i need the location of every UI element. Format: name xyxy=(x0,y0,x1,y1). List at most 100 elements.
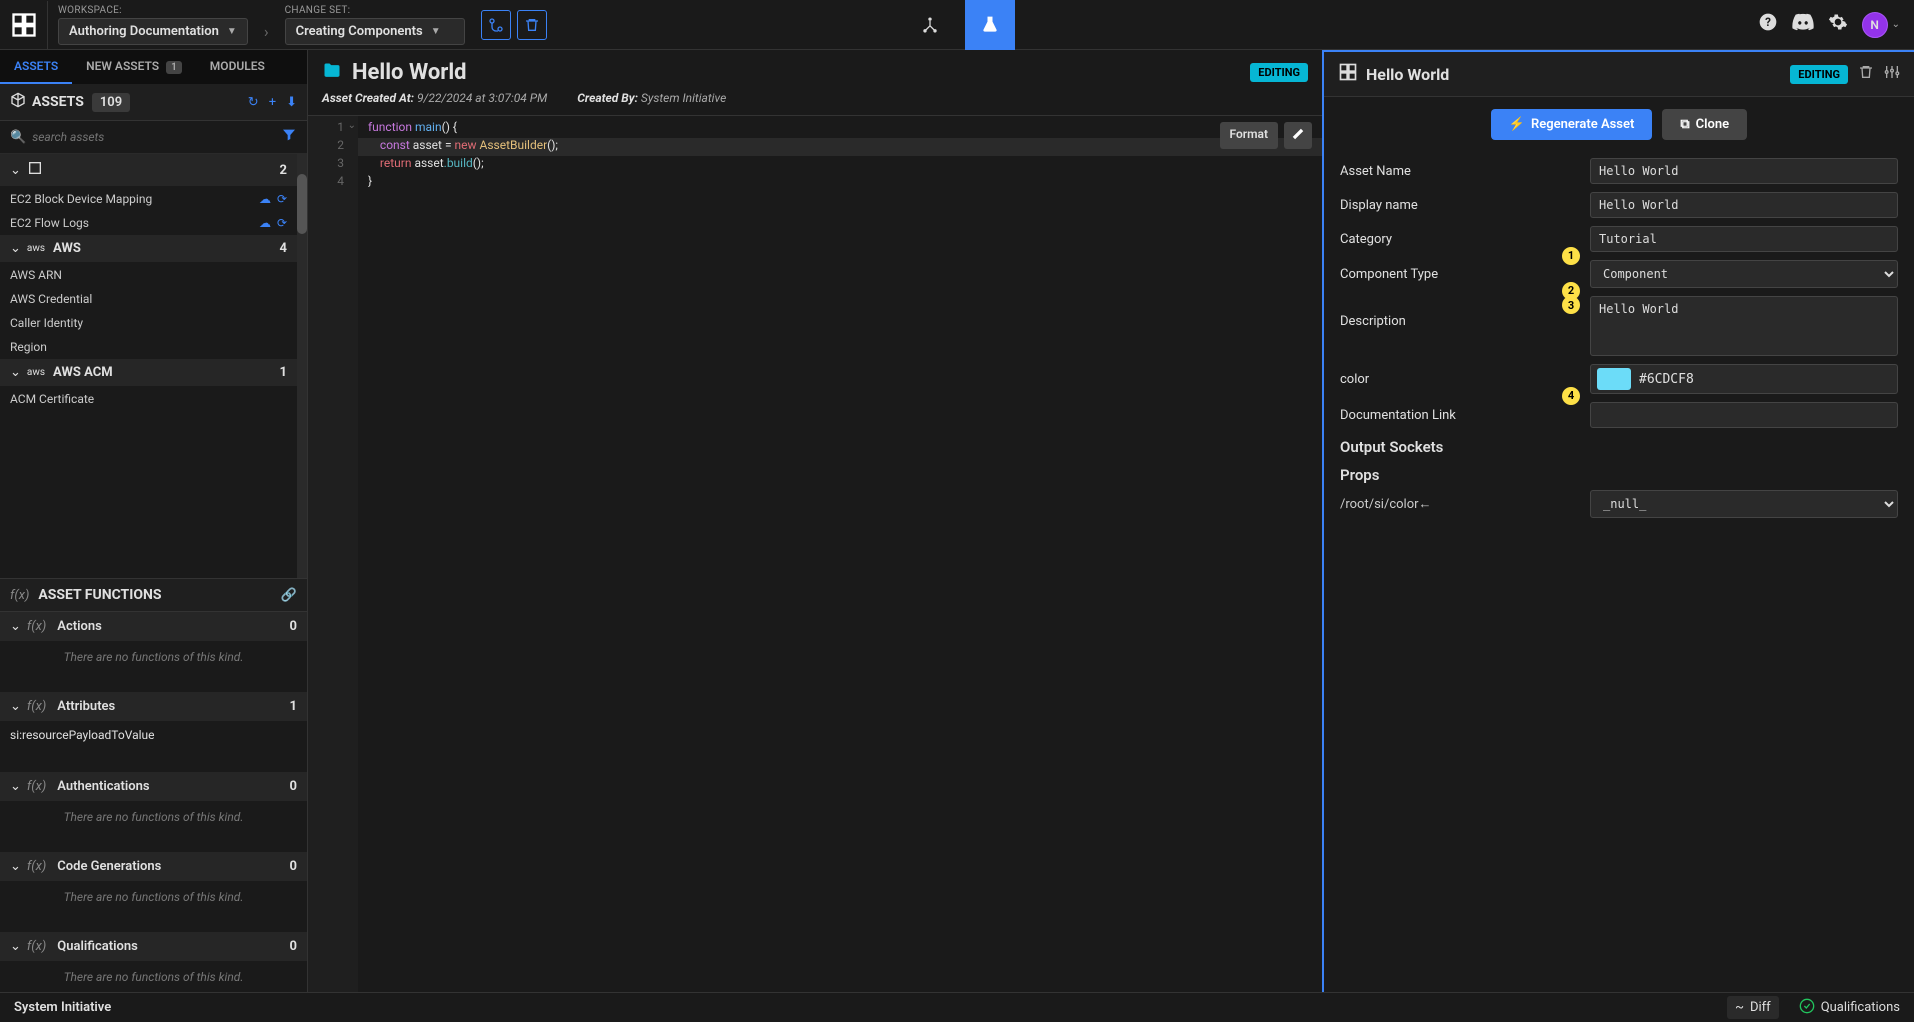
diff-button[interactable]: ~ Diff xyxy=(1727,996,1779,1019)
help-icon[interactable]: ? xyxy=(1758,12,1778,37)
fn-empty-actions: There are no functions of this kind. xyxy=(0,642,307,672)
tree-item-region[interactable]: Region xyxy=(0,335,297,359)
editor-header: Hello World EDITING Asset Created At: 9/… xyxy=(308,50,1322,116)
component-type-select[interactable]: Component xyxy=(1590,260,1898,288)
fn-group-actions[interactable]: ⌄ f(x) Actions 0 xyxy=(0,612,307,642)
sliders-icon[interactable] xyxy=(1884,64,1900,84)
annotation-3: 3 xyxy=(1562,296,1580,314)
chevron-down-icon: ▼ xyxy=(431,26,441,37)
tree-group-aws-acm[interactable]: ⌄ aws AWS ACM 1 xyxy=(0,359,297,387)
workspace-dropdown[interactable]: Authoring Documentation ▼ xyxy=(58,18,248,45)
discord-icon[interactable] xyxy=(1792,11,1814,38)
fx-icon: f(x) xyxy=(27,859,46,874)
editor-panel: Hello World EDITING Asset Created At: 9/… xyxy=(308,50,1324,992)
workspace-label: WORKSPACE: xyxy=(58,5,248,16)
tree-group-aws[interactable]: ⌄ aws AWS 4 xyxy=(0,235,297,263)
main: ASSETS NEW ASSETS 1 MODULES ASSETS 109 ↻… xyxy=(0,50,1914,992)
diagram-mode-button[interactable] xyxy=(905,0,955,50)
topbar: WORKSPACE: Authoring Documentation ▼ › C… xyxy=(0,0,1914,50)
chevron-down-icon: ⌄ xyxy=(1892,19,1900,30)
tree-group-unnamed[interactable]: ⌄ 2 xyxy=(0,154,297,187)
output-sockets-title: Output Sockets xyxy=(1340,438,1898,456)
filter-icon[interactable] xyxy=(281,127,297,147)
field-display-name: Display name xyxy=(1340,192,1898,218)
doc-link-input[interactable] xyxy=(1590,402,1898,428)
code-editor[interactable]: 1234 function main() { const asset = new… xyxy=(308,116,1322,992)
properties-actions: ⚡ Regenerate Asset ⧉ Clone xyxy=(1324,97,1914,152)
copy-icon: ⧉ xyxy=(1680,117,1689,132)
tree-item-aws-arn[interactable]: AWS ARN xyxy=(0,263,297,287)
changeset-selector: CHANGE SET: Creating Components ▼ xyxy=(275,1,475,49)
lab-mode-button[interactable] xyxy=(965,0,1015,50)
regenerate-button[interactable]: ⚡ Regenerate Asset xyxy=(1491,109,1653,140)
settings-icon[interactable] xyxy=(1828,12,1848,37)
line-gutter: 1234 xyxy=(308,116,358,992)
display-name-input[interactable] xyxy=(1590,192,1898,218)
chevron-down-icon: ⌄ xyxy=(10,859,21,874)
field-color: color4 #6CDCF8 xyxy=(1340,364,1898,394)
clone-button[interactable]: ⧉ Clone xyxy=(1662,109,1747,140)
editing-badge: EDITING xyxy=(1790,65,1848,84)
fn-empty-qual: There are no functions of this kind. xyxy=(0,962,307,992)
editor-actions: Format xyxy=(1220,122,1312,149)
folder-icon xyxy=(322,61,342,85)
prop-row: /root/si/color← _null_ xyxy=(1340,490,1898,518)
delete-icon[interactable] xyxy=(1858,64,1874,84)
asset-meta: Asset Created At: 9/22/2024 at 3:07:04 P… xyxy=(322,91,1308,105)
fn-group-qual[interactable]: ⌄ f(x) Qualifications 0 xyxy=(0,932,307,962)
download-icon[interactable]: ⬇ xyxy=(286,95,297,110)
field-category: Category1 xyxy=(1340,226,1898,252)
asset-name-input[interactable] xyxy=(1590,158,1898,184)
tree-item-ec2-flow[interactable]: EC2 Flow Logs ☁⟳ xyxy=(0,211,297,235)
description-input[interactable]: Hello World xyxy=(1590,296,1898,356)
sidebar: ASSETS NEW ASSETS 1 MODULES ASSETS 109 ↻… xyxy=(0,50,308,992)
workspace-value: Authoring Documentation xyxy=(69,24,219,39)
edit-icon-button[interactable] xyxy=(1284,122,1312,149)
merge-button[interactable] xyxy=(481,10,511,40)
chevron-down-icon: ⌄ xyxy=(10,939,21,954)
add-icon[interactable]: + xyxy=(269,95,276,110)
format-button[interactable]: Format xyxy=(1220,122,1278,149)
fn-group-attributes[interactable]: ⌄ f(x) Attributes 1 xyxy=(0,692,307,722)
fn-group-auth[interactable]: ⌄ f(x) Authentications 0 xyxy=(0,772,307,802)
prop-value-select[interactable]: _null_ xyxy=(1590,490,1898,518)
tree-item-caller-identity[interactable]: Caller Identity xyxy=(0,311,297,335)
user-menu[interactable]: N ⌄ xyxy=(1862,12,1900,38)
chevron-down-icon: ⌄ xyxy=(10,365,21,380)
tree-item-acm-cert[interactable]: ACM Certificate xyxy=(0,387,297,411)
changeset-dropdown[interactable]: Creating Components ▼ xyxy=(285,18,465,45)
fn-empty-codegen: There are no functions of this kind. xyxy=(0,882,307,912)
color-value: #6CDCF8 xyxy=(1639,372,1694,387)
check-icon xyxy=(1799,998,1815,1018)
category-input[interactable] xyxy=(1590,226,1898,252)
fn-item-resource-payload[interactable]: si:resourcePayloadToValue xyxy=(0,722,307,748)
aws-icon: aws xyxy=(27,243,45,254)
link-icon[interactable]: 🔗 xyxy=(281,588,297,603)
search-input[interactable] xyxy=(32,130,281,144)
editing-badge: EDITING xyxy=(1250,63,1308,82)
tab-assets[interactable]: ASSETS xyxy=(0,50,72,84)
app-logo[interactable] xyxy=(0,1,48,49)
refresh-icon[interactable]: ↻ xyxy=(248,95,259,110)
search-row: 🔍 xyxy=(0,121,307,154)
assets-count: 109 xyxy=(92,93,130,112)
code-content[interactable]: function main() { const asset = new Asse… xyxy=(358,116,1322,992)
tab-modules[interactable]: MODULES xyxy=(196,50,279,84)
asset-functions-title: ASSET FUNCTIONS xyxy=(38,587,161,603)
fx-icon: f(x) xyxy=(27,699,46,714)
changeset-value: Creating Components xyxy=(296,24,423,39)
tree-item-aws-credential[interactable]: AWS Credential xyxy=(0,287,297,311)
cloud-icon: ☁ xyxy=(259,192,271,206)
annotation-1: 1 xyxy=(1562,247,1580,265)
asset-title: Hello World xyxy=(352,60,467,85)
changeset-label: CHANGE SET: xyxy=(285,5,465,16)
tab-new-assets[interactable]: NEW ASSETS 1 xyxy=(72,50,196,84)
tree-scrollbar[interactable] xyxy=(297,154,307,578)
color-swatch[interactable] xyxy=(1597,368,1631,390)
avatar: N xyxy=(1862,12,1888,38)
qualifications-status[interactable]: Qualifications xyxy=(1799,998,1900,1018)
fn-group-codegen[interactable]: ⌄ f(x) Code Generations 0 xyxy=(0,852,307,882)
delete-changeset-button[interactable] xyxy=(517,10,547,40)
tree-item-ec2-block[interactable]: EC2 Block Device Mapping ☁⟳ xyxy=(0,187,297,211)
search-icon: 🔍 xyxy=(10,130,26,145)
